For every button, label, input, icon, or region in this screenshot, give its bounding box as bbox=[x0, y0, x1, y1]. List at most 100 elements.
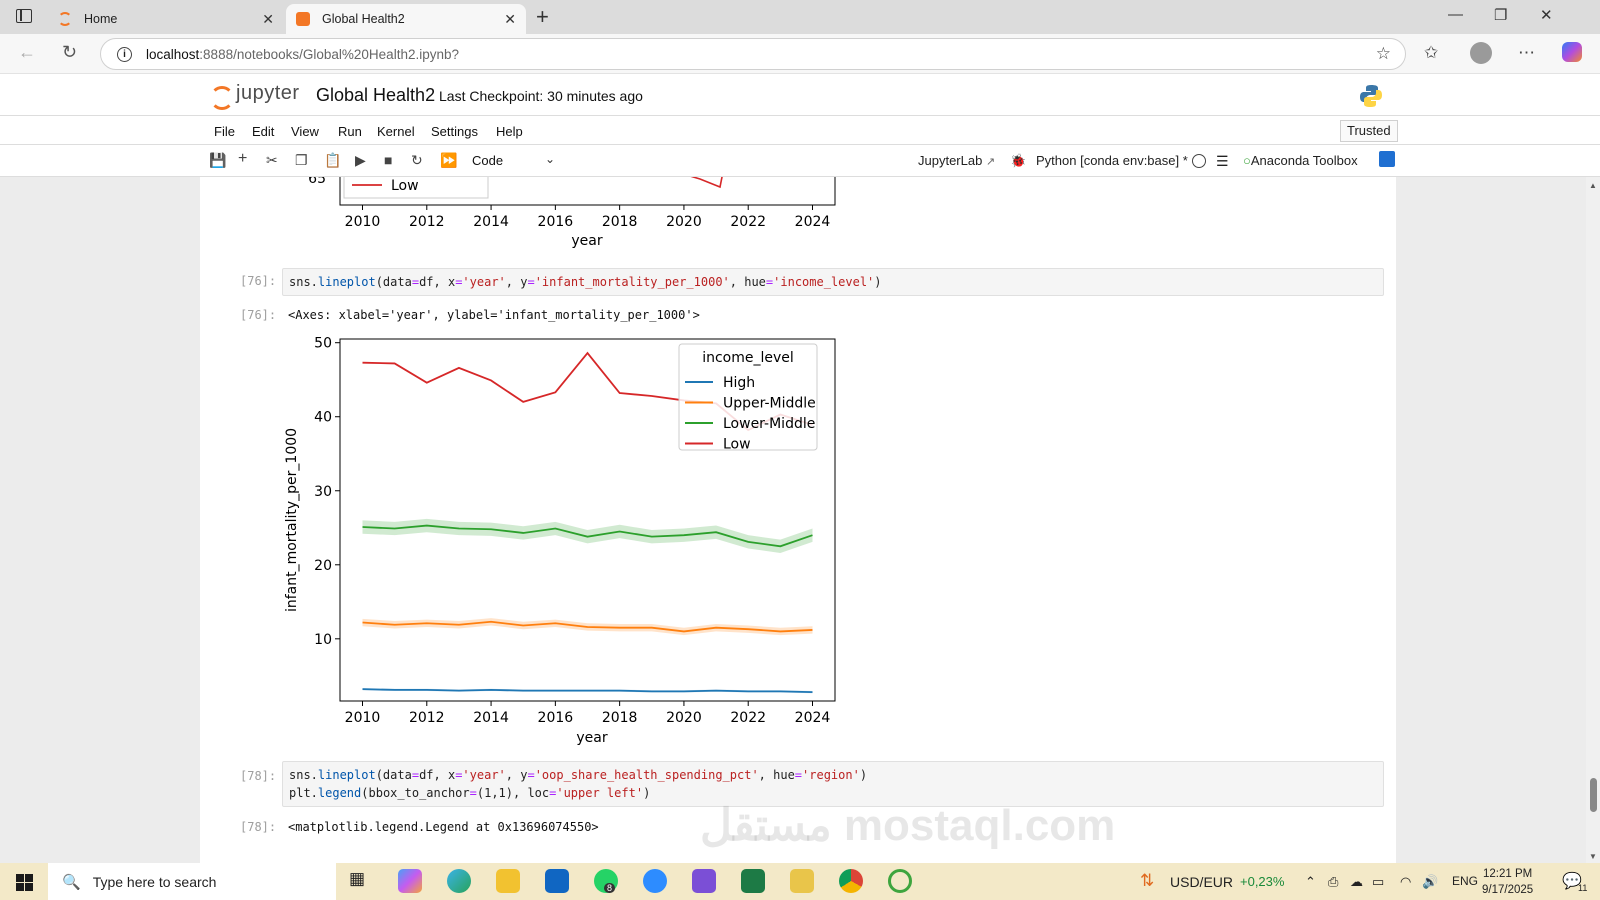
stop-icon[interactable]: ■ bbox=[384, 152, 392, 168]
jupyterlab-label: JupyterLab bbox=[918, 153, 983, 168]
minimize-icon[interactable]: — bbox=[1448, 6, 1463, 23]
new-tab-icon[interactable]: + bbox=[536, 4, 549, 30]
kernel-status-icon bbox=[1192, 154, 1206, 168]
sidebar-toggle-icon[interactable] bbox=[16, 9, 32, 23]
paste-icon[interactable]: 📋 bbox=[324, 152, 341, 169]
site-info-icon[interactable]: i bbox=[117, 46, 132, 62]
more-menu-icon[interactable]: ⋯ bbox=[1518, 43, 1535, 63]
profile-avatar[interactable] bbox=[1470, 42, 1492, 64]
windows-taskbar: 🔍 Type here to search ▦ 8 ⇅ USD/EUR +0,2… bbox=[0, 863, 1600, 900]
excel-icon[interactable] bbox=[741, 869, 765, 893]
output-text: <matplotlib.legend.Legend at 0x136960745… bbox=[288, 820, 599, 834]
url-field[interactable]: i localhost:8888/notebooks/Global%20Heal… bbox=[100, 38, 1406, 70]
visual-studio-icon[interactable] bbox=[692, 869, 716, 893]
jupyter-menu-bar: File Edit View Run Kernel Settings Help … bbox=[0, 116, 1600, 145]
scroll-up-icon[interactable]: ▲ bbox=[1589, 181, 1597, 190]
battery-icon[interactable]: ▭ bbox=[1372, 874, 1384, 890]
debugger-icon[interactable]: 🐞 bbox=[1010, 153, 1026, 169]
power-bi-icon[interactable] bbox=[790, 869, 814, 893]
insert-cell-icon[interactable]: + bbox=[238, 150, 247, 168]
run-icon[interactable]: ▶ bbox=[355, 152, 366, 169]
tab-title: Home bbox=[84, 12, 118, 26]
close-tab-icon[interactable]: ✕ bbox=[504, 11, 516, 28]
close-window-icon[interactable]: ✕ bbox=[1540, 6, 1553, 24]
copilot-icon[interactable] bbox=[1562, 42, 1582, 62]
favorites-icon[interactable]: ✩ bbox=[1424, 43, 1438, 63]
cloud-icon[interactable]: ☁ bbox=[1350, 874, 1363, 890]
chevron-up-icon[interactable]: ⌃ bbox=[1305, 874, 1316, 890]
menu-run[interactable]: Run bbox=[338, 124, 362, 139]
restart-icon[interactable]: ↻ bbox=[411, 152, 423, 169]
confidence-bands bbox=[362, 518, 813, 694]
x-tick-label: 2018 bbox=[602, 710, 638, 726]
back-icon[interactable]: ← bbox=[18, 42, 36, 63]
trusted-indicator[interactable]: Trusted bbox=[1340, 120, 1398, 142]
volume-icon[interactable]: 🔊 bbox=[1422, 874, 1438, 890]
cut-icon[interactable]: ✂ bbox=[266, 152, 278, 169]
output-prompt: [78]: bbox=[240, 820, 277, 834]
fast-forward-icon[interactable]: ⏩ bbox=[440, 152, 457, 169]
anaconda-ring-icon: ○ bbox=[1243, 153, 1251, 168]
cell-type-select[interactable]: Code bbox=[472, 153, 503, 168]
file-explorer-icon[interactable] bbox=[496, 869, 520, 893]
x-tick-label: 2010 bbox=[345, 710, 381, 726]
prev-legend-label: Low bbox=[391, 178, 419, 194]
menu-help[interactable]: Help bbox=[496, 124, 523, 139]
tab-home[interactable]: Home ✕ bbox=[48, 4, 284, 34]
menu-view[interactable]: View bbox=[291, 124, 319, 139]
kernel-name[interactable]: Python [conda env:base] * bbox=[1036, 153, 1188, 168]
chart-legend: income_level High Upper-Middle Lower-Middle… bbox=[678, 343, 818, 453]
prev-x-tick-label: 2014 bbox=[473, 214, 509, 230]
scroll-down-icon[interactable]: ▼ bbox=[1589, 852, 1597, 861]
close-tab-icon[interactable]: ✕ bbox=[262, 11, 274, 28]
menu-file[interactable]: File bbox=[214, 124, 235, 139]
jupyterlab-link[interactable]: JupyterLab ↗ bbox=[918, 153, 995, 168]
windows-start-icon[interactable] bbox=[16, 874, 33, 891]
anaconda-toolbox[interactable]: ○Anaconda Toolbox bbox=[1243, 153, 1358, 168]
clock[interactable]: 12:21 PM 9/17/2025 bbox=[1482, 866, 1533, 898]
copilot-app-icon[interactable] bbox=[398, 869, 422, 893]
copy-icon[interactable]: ❐ bbox=[295, 152, 308, 169]
language-indicator[interactable]: ENG bbox=[1452, 874, 1478, 888]
panel-toggle-icon[interactable] bbox=[1379, 151, 1395, 167]
url-path: :8888/notebooks/Global%20Health2.ipynb? bbox=[199, 46, 459, 62]
notebook-title[interactable]: Global Health2 bbox=[316, 85, 435, 106]
toc-menu-icon[interactable]: ☰ bbox=[1216, 153, 1229, 170]
prev-x-tick-label: 2012 bbox=[409, 214, 445, 230]
chrome-icon[interactable] bbox=[839, 869, 863, 893]
code-cell-76[interactable]: sns.lineplot(data=df, x='year', y='infan… bbox=[282, 268, 1384, 296]
x-tick-label: 2022 bbox=[730, 710, 766, 726]
scroll-thumb[interactable] bbox=[1590, 778, 1597, 812]
jupyter-logo[interactable]: jupyter bbox=[210, 82, 300, 110]
taskbar-search[interactable]: 🔍 Type here to search bbox=[48, 863, 336, 900]
address-bar-row: ← ↻ i localhost:8888/notebooks/Global%20… bbox=[0, 34, 1600, 74]
restore-icon[interactable]: ❐ bbox=[1494, 6, 1507, 24]
page-scrollbar[interactable]: ▲ ▼ bbox=[1586, 177, 1600, 863]
refresh-icon[interactable]: ↻ bbox=[62, 42, 77, 63]
wifi-icon[interactable]: ◠ bbox=[1400, 874, 1411, 890]
external-link-icon: ↗ bbox=[985, 156, 996, 168]
zoom-icon[interactable] bbox=[643, 869, 667, 893]
outlook-icon[interactable] bbox=[545, 869, 569, 893]
menu-settings[interactable]: Settings bbox=[431, 124, 478, 139]
anaconda-navigator-icon[interactable] bbox=[888, 869, 912, 893]
save-icon[interactable]: 💾 bbox=[209, 152, 226, 169]
anaconda-label: Anaconda Toolbox bbox=[1250, 153, 1358, 168]
chevron-down-icon[interactable]: ⌄ bbox=[545, 152, 555, 166]
task-view-icon[interactable]: ▦ bbox=[349, 869, 373, 893]
output-text: <Axes: xlabel='year', ylabel='infant_mor… bbox=[288, 308, 700, 322]
clock-date: 9/17/2025 bbox=[1482, 884, 1534, 896]
meet-now-icon[interactable]: ⎙ bbox=[1328, 874, 1338, 890]
menu-edit[interactable]: Edit bbox=[252, 124, 274, 139]
tab-global-health2[interactable]: Global Health2 ✕ bbox=[286, 4, 526, 34]
currency-pair[interactable]: USD/EUR bbox=[1170, 874, 1233, 890]
y-tick-label: 20 bbox=[314, 558, 332, 574]
last-checkpoint: Last Checkpoint: 30 minutes ago bbox=[439, 88, 643, 104]
menu-kernel[interactable]: Kernel bbox=[377, 124, 415, 139]
prev-ytick: 65 bbox=[308, 177, 326, 187]
clock-time: 12:21 PM bbox=[1482, 868, 1533, 880]
legend-entry: Upper-Middle bbox=[723, 396, 816, 412]
currency-change: +0,23% bbox=[1240, 874, 1285, 889]
favorite-star-icon[interactable]: ☆ bbox=[1376, 44, 1391, 64]
edge-icon[interactable] bbox=[447, 869, 471, 893]
